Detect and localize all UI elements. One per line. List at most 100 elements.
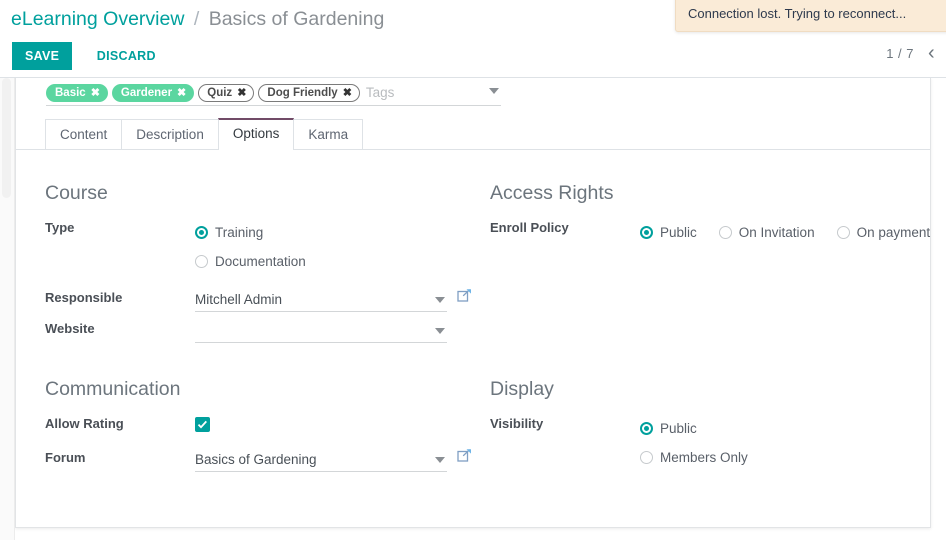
tags-field[interactable]: Basic ✖ Gardener ✖ Quiz ✖ Dog Friendly ✖…: [46, 80, 501, 106]
tab-options[interactable]: Options: [217, 118, 295, 150]
radio-option-training[interactable]: Training: [195, 225, 263, 241]
website-input[interactable]: [195, 319, 447, 343]
breadcrumb-parent-link[interactable]: eLearning Overview: [11, 8, 184, 30]
tab-content[interactable]: Content: [45, 119, 123, 149]
radio-line-documentation: Documentation: [195, 247, 465, 276]
communication-group-title: Communication: [45, 378, 181, 400]
responsible-input[interactable]: Mitchell Admin: [195, 288, 447, 312]
value-website: [195, 316, 465, 343]
responsible-value: Mitchell Admin: [195, 291, 283, 307]
label-type: Type: [45, 220, 75, 235]
field-row-forum: Forum Basics of Gardening: [45, 445, 471, 472]
vertical-scrollbar[interactable]: [0, 78, 15, 540]
label-forum: Forum: [45, 450, 86, 465]
course-group-title: Course: [45, 182, 108, 204]
field-row-enroll-policy: Enroll Policy Public On Invitation On pa…: [490, 215, 930, 247]
tag-label: Dog Friendly: [267, 86, 338, 99]
chevron-down-icon[interactable]: [489, 88, 499, 94]
pager-count: 1 / 7: [886, 45, 914, 61]
tag-label: Basic: [55, 86, 86, 99]
tag-label: Gardener: [120, 86, 173, 99]
group-course: Course Type Training Documentation Respo…: [45, 181, 471, 343]
value-forum: Basics of Gardening: [195, 445, 471, 472]
radio-label-visibility-members-only: Members Only: [660, 449, 748, 465]
radio-option-public[interactable]: Public: [640, 225, 697, 241]
radio-option-visibility-members-only[interactable]: Members Only: [640, 450, 748, 466]
odoo-form-view: eLearning Overview / Basics of Gardening…: [0, 0, 946, 540]
breadcrumb-separator: /: [193, 8, 200, 30]
chevron-down-icon[interactable]: [435, 328, 445, 334]
radio-icon-selected[interactable]: [195, 226, 208, 239]
radio-label-training: Training: [215, 224, 264, 240]
form-sheet-container: Basic ✖ Gardener ✖ Quiz ✖ Dog Friendly ✖…: [15, 78, 946, 540]
value-visibility: Public Members Only: [640, 411, 920, 472]
open-record-icon[interactable]: [457, 287, 473, 303]
open-record-icon[interactable]: [457, 447, 473, 463]
save-button[interactable]: SAVE: [12, 42, 73, 70]
check-icon: [197, 420, 207, 429]
group-access-rights: Access Rights Enroll Policy Public On In…: [490, 181, 930, 247]
radio-option-on-invitation[interactable]: On Invitation: [718, 225, 815, 241]
field-row-responsible: Responsible Mitchell Admin: [45, 285, 471, 312]
connection-lost-notification: Connection lost. Trying to reconnect...: [675, 0, 946, 32]
value-type: Training Documentation: [195, 215, 465, 276]
notebook-tabs: Content Description Options Karma: [45, 118, 364, 150]
forum-value: Basics of Gardening: [195, 451, 317, 467]
field-row-visibility: Visibility Public Members Only: [490, 411, 920, 472]
tag-chip[interactable]: Quiz ✖: [198, 83, 255, 102]
breadcrumb: eLearning Overview / Basics of Gardening: [11, 6, 384, 32]
forum-input[interactable]: Basics of Gardening: [195, 448, 447, 472]
tab-karma[interactable]: Karma: [293, 119, 364, 149]
notification-message: Connection lost. Trying to reconnect...: [688, 6, 907, 21]
tabs-underline: [16, 149, 930, 150]
radio-label-public: Public: [660, 224, 697, 240]
radio-line-visibility-members: Members Only: [640, 443, 920, 472]
tab-description[interactable]: Description: [121, 119, 219, 149]
tags-placeholder: Tags: [365, 85, 395, 100]
tag-chip[interactable]: Dog Friendly ✖: [258, 83, 360, 102]
tag-chip[interactable]: Gardener ✖: [111, 83, 195, 102]
radio-line-visibility-public: Public: [640, 414, 920, 443]
breadcrumb-current: Basics of Gardening: [208, 8, 385, 30]
group-display: Display Visibility Public Members Only: [490, 377, 920, 472]
chevron-left-icon[interactable]: ‹: [928, 45, 942, 61]
radio-icon-unselected[interactable]: [836, 226, 850, 239]
label-website: Website: [45, 321, 95, 336]
radio-icon-unselected[interactable]: [195, 255, 208, 268]
radio-icon-selected[interactable]: [640, 226, 653, 239]
discard-button[interactable]: DISCARD: [87, 42, 166, 70]
tag-label: Quiz: [207, 86, 233, 99]
radio-line-training: Training: [195, 218, 465, 247]
field-row-allow-rating: Allow Rating: [45, 411, 465, 437]
radio-option-documentation[interactable]: Documentation: [195, 254, 306, 270]
access-rights-group-title: Access Rights: [490, 182, 614, 204]
radio-option-on-payment[interactable]: On payment: [836, 224, 931, 241]
chevron-down-icon[interactable]: [435, 297, 445, 303]
allow-rating-checkbox[interactable]: [195, 417, 210, 432]
tag-remove-icon[interactable]: ✖: [343, 84, 352, 102]
scrollbar-thumb[interactable]: [2, 78, 11, 198]
label-visibility: Visibility: [490, 416, 544, 431]
group-communication: Communication Allow Rating Forum Basics …: [45, 377, 471, 472]
tag-chip[interactable]: Basic ✖: [46, 83, 108, 102]
radio-label-documentation: Documentation: [215, 253, 306, 269]
value-enroll-policy: Public On Invitation On payment: [640, 215, 946, 247]
tag-remove-icon[interactable]: ✖: [91, 84, 100, 102]
radio-label-visibility-public: Public: [660, 420, 697, 436]
form-sheet: Basic ✖ Gardener ✖ Quiz ✖ Dog Friendly ✖…: [15, 78, 931, 528]
tag-remove-icon[interactable]: ✖: [237, 84, 246, 102]
label-enroll-policy: Enroll Policy: [490, 220, 569, 235]
chevron-down-icon[interactable]: [435, 457, 445, 463]
radio-line-enroll-policy: Public On Invitation On payment: [640, 218, 946, 247]
radio-label-on-payment: On payment: [856, 224, 931, 240]
tag-remove-icon[interactable]: ✖: [177, 84, 186, 102]
radio-icon-unselected[interactable]: [640, 451, 653, 464]
value-allow-rating: [195, 411, 465, 435]
radio-icon-selected[interactable]: [640, 422, 653, 435]
radio-option-visibility-public[interactable]: Public: [640, 421, 697, 437]
display-group-title: Display: [490, 378, 554, 400]
record-pager: 1 / 7 ‹: [886, 45, 942, 61]
form-action-buttons: SAVE DISCARD: [12, 42, 166, 70]
label-responsible: Responsible: [45, 290, 123, 305]
radio-icon-unselected[interactable]: [718, 226, 732, 239]
